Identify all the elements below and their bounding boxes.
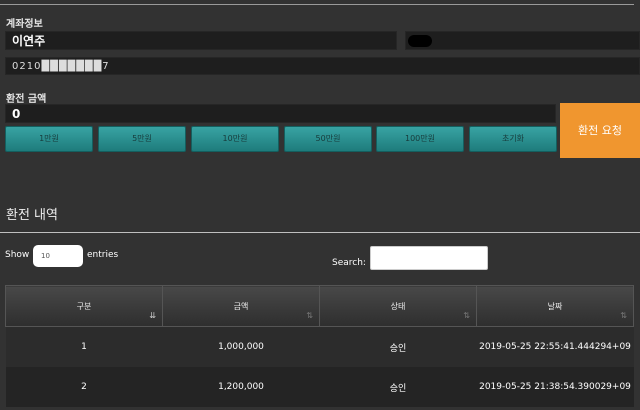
sort-both-icon: ⇅ [306, 311, 313, 320]
sort-desc-icon: ⇊ [149, 311, 156, 320]
exchange-amount-input[interactable]: 0 [5, 104, 556, 123]
show-label: Show [5, 250, 30, 260]
column-header-label: 금액 [233, 301, 249, 311]
add-50000-button[interactable]: 5만원 [98, 126, 186, 152]
column-header-status[interactable]: 상태 ⇅ [319, 285, 477, 327]
column-header-label: 구분 [76, 301, 92, 311]
search-input[interactable] [370, 246, 488, 270]
row-date: 2019-05-25 21:38:54.390029+09 [476, 367, 634, 407]
entries-select[interactable]: 10 [33, 245, 83, 267]
exchange-history-title: 환전 내역 [6, 208, 58, 223]
redaction-blob [408, 35, 432, 47]
exchange-request-button[interactable]: 환전 요청 [560, 103, 640, 158]
account-number-field[interactable]: 0210███████7 [5, 57, 640, 75]
row-number: 2 [5, 367, 163, 407]
sort-both-icon: ⇅ [620, 311, 627, 320]
account-holder-field[interactable]: 이연주 [5, 31, 397, 50]
add-1000000-button[interactable]: 100만원 [376, 126, 464, 152]
sort-both-icon: ⇅ [463, 311, 470, 320]
row-date: 2019-05-25 22:55:41.444294+09 [476, 326, 634, 367]
reset-amount-button[interactable]: 초기화 [469, 126, 557, 152]
row-amount: 1,000,000 [162, 326, 320, 367]
add-500000-button[interactable]: 50만원 [284, 126, 372, 152]
entries-label: entries [87, 250, 119, 260]
add-10000-button[interactable]: 1만원 [5, 126, 93, 152]
table-row: 2 1,200,000 승인 2019-05-25 21:38:54.39002… [5, 367, 634, 407]
column-header-label: 상태 [390, 301, 406, 311]
search-label: Search: [332, 258, 366, 268]
column-header-label: 날짜 [547, 301, 563, 311]
column-header-type[interactable]: 구분 ⇊ [5, 285, 163, 327]
row-status: 승인 [319, 367, 477, 407]
column-header-date[interactable]: 날짜 ⇅ [476, 285, 634, 327]
account-info-title: 계좌정보 [6, 19, 43, 30]
column-header-amount[interactable]: 금액 ⇅ [162, 285, 320, 327]
top-divider [0, 4, 634, 5]
history-table: 구분 ⇊ 금액 ⇅ 상태 ⇅ 날짜 ⇅ 1 1,000,000 승인 2019-05-2… [5, 285, 634, 407]
row-number: 1 [5, 326, 163, 367]
row-status: 승인 [319, 326, 477, 367]
history-divider [0, 232, 640, 233]
account-number-text: 0210███████7 [12, 61, 110, 72]
table-row: 1 1,000,000 승인 2019-05-25 22:55:41.44429… [5, 326, 634, 367]
bank-name-field[interactable] [405, 31, 640, 50]
add-100000-button[interactable]: 10만원 [191, 126, 279, 152]
exchange-amount-label: 환전 금액 [6, 94, 47, 105]
row-amount: 1,200,000 [162, 367, 320, 407]
